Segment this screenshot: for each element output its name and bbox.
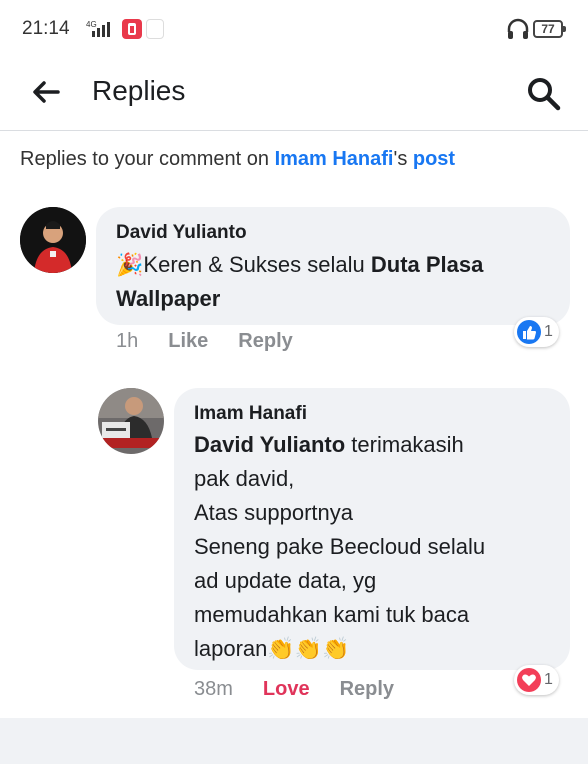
back-arrow-icon[interactable]	[30, 76, 62, 108]
search-icon[interactable]	[524, 74, 562, 112]
music-notification-icon	[122, 19, 142, 39]
like-button[interactable]: Like	[168, 330, 208, 352]
context-suffix: 's	[393, 148, 413, 170]
reply-line-2: pak david,	[194, 466, 295, 491]
comment-text-plain: Keren & Sukses selalu	[143, 252, 371, 277]
reply-button[interactable]: Reply	[238, 330, 292, 352]
reply-line-4: Seneng pake Beecloud selalu	[194, 534, 486, 559]
bottom-area	[0, 718, 588, 764]
mention-tag[interactable]: David Yulianto	[194, 432, 345, 457]
party-popper-emoji: 🎉	[116, 252, 144, 277]
replies-context: Replies to your comment on Imam Hanafi's…	[20, 148, 455, 171]
context-prefix: Replies to your comment on	[20, 148, 275, 170]
avatar-image	[98, 388, 164, 454]
avatar-imam-hanafi[interactable]	[98, 388, 164, 454]
status-time: 21:14	[22, 18, 70, 39]
avatar-david-yulianto[interactable]	[20, 207, 86, 273]
reaction-count-badge[interactable]: 1	[514, 317, 559, 347]
app-header: Replies	[0, 58, 588, 131]
battery-indicator: 77	[533, 20, 566, 38]
avatar-image	[20, 207, 86, 273]
reply-line-7: laporan	[194, 636, 268, 661]
network-label: 4G	[86, 20, 97, 29]
reaction-count: 1	[544, 323, 553, 340]
reply-line-6: memudahkan kami tuk baca	[194, 602, 470, 627]
page-title: Replies	[92, 75, 186, 106]
mention-tag-continued[interactable]: Wallpaper	[116, 286, 220, 311]
reply-button[interactable]: Reply	[340, 678, 394, 700]
comment-actions: 1h Like Reply	[116, 330, 323, 353]
post-author-link[interactable]: Imam Hanafi	[275, 148, 394, 170]
reply-line-1: terimakasih	[345, 432, 464, 457]
clapping-hands-emoji: 👏👏👏	[267, 636, 350, 661]
reply-author[interactable]: Imam Hanafi	[194, 403, 307, 425]
signal-icon: 4G	[86, 20, 110, 37]
post-link[interactable]: post	[413, 148, 455, 170]
comment-time: 1h	[116, 330, 139, 352]
reaction-count: 1	[544, 671, 553, 688]
thumbs-up-icon	[517, 320, 541, 344]
reply-text: David Yulianto terimakasih pak david, At…	[194, 428, 564, 666]
comment-text: 🎉Keren & Sukses selalu Duta Plasa Wallpa…	[116, 248, 556, 316]
status-bar: 21:14 4G 77	[0, 0, 588, 58]
notification-icon	[146, 19, 164, 39]
mention-tag[interactable]: Duta Plasa	[371, 252, 484, 277]
reply-line-3: Atas supportnya	[194, 500, 353, 525]
reply-time: 38m	[194, 678, 233, 700]
reaction-count-badge[interactable]: 1	[514, 665, 559, 695]
comment-author[interactable]: David Yulianto	[116, 222, 247, 244]
headset-icon	[507, 18, 529, 39]
reply-line-5: ad update data, yg	[194, 568, 377, 593]
heart-icon	[517, 668, 541, 692]
reply-actions: 38m Love Reply	[194, 678, 424, 701]
love-button[interactable]: Love	[263, 678, 310, 700]
